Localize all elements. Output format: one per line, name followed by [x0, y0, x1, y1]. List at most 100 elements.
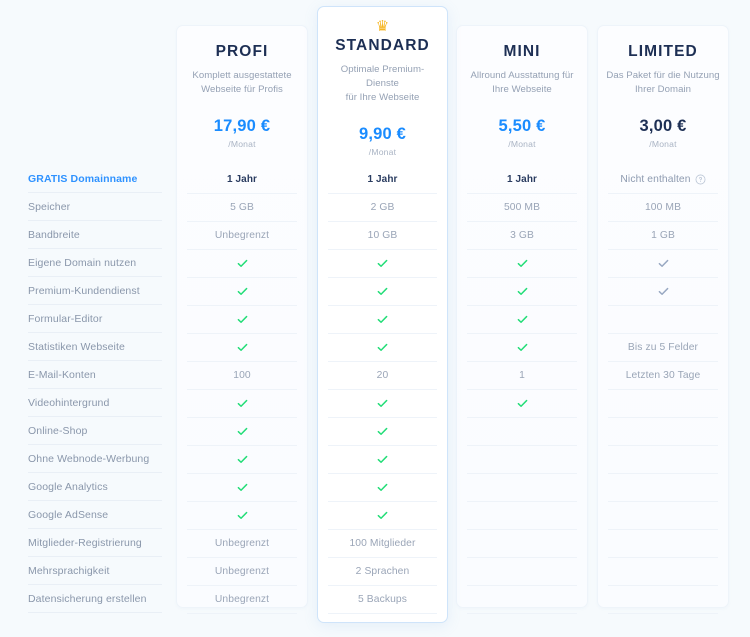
plan-period-standard: /Monat: [368, 147, 397, 157]
plan-value-text: 1: [519, 370, 525, 381]
plan-value-standard-1: 2 GB: [328, 194, 437, 222]
check-icon: [377, 259, 388, 267]
check-icon: [237, 315, 247, 323]
check-icon: [237, 483, 247, 491]
plan-description-line1: Optimale Premium-Dienste: [340, 63, 425, 89]
plan-value-limited-0: Nicht enthalten: [608, 166, 718, 194]
plan-price-profi: 17,90 €: [213, 116, 271, 135]
plan-value-mini-12: [467, 502, 577, 530]
plan-value-limited-8: [608, 390, 718, 418]
feature-label-11: Google Analytics: [28, 473, 162, 501]
check-icon: [237, 287, 247, 295]
plan-description-line2: für Ihre Webseite: [345, 91, 420, 103]
plan-value-standard-2: 10 GB: [328, 222, 437, 250]
plan-value-profi-2: Unbegrenzt: [187, 222, 297, 250]
plan-value-text: Letzten 30 Tage: [625, 370, 701, 381]
check-icon: [237, 427, 247, 435]
plan-card-limited[interactable]: LIMITED Das Paket für die Nutzung Ihrer Do…: [597, 25, 729, 614]
plan-values-standard: 1 Jahr 2 GB 10 GB 20 100 Mitglieder 2 Sprache…: [328, 166, 437, 614]
plan-header-mini: MINI Allround Ausstattung für Ihre Webseit…: [457, 26, 587, 149]
plan-value-mini-7: 1: [467, 362, 577, 390]
plan-value-mini-9: [467, 418, 577, 446]
plan-value-profi-4: [187, 278, 297, 306]
plan-value-standard-6: [328, 334, 437, 362]
plan-description-standard: Optimale Premium-Dienste für Ihre Webseit…: [318, 63, 447, 105]
plan-value-standard-3: [328, 250, 437, 278]
check-icon: [517, 315, 527, 323]
plan-value-profi-7: 100: [187, 362, 297, 390]
plan-value-text: Unbegrenzt: [214, 538, 270, 549]
check-grey-icon: [658, 259, 668, 267]
plan-card-profi[interactable]: PROFI Komplett ausgestattete Webseite für …: [176, 25, 308, 614]
plan-values-mini: 1 Jahr 500 MB 3 GB 1: [467, 166, 577, 614]
plan-value-text: 5 Backups: [358, 594, 407, 605]
feature-label-1: Speicher: [28, 193, 162, 221]
plan-value-standard-15: 5 Backups: [328, 586, 437, 614]
plan-value-text: 5 GB: [230, 202, 254, 213]
plan-value-text: Nicht enthalten: [620, 174, 691, 185]
plan-price-standard: 9,90 €: [358, 124, 407, 143]
plan-value-limited-3: [608, 250, 718, 278]
plan-value-text: 10 GB: [367, 230, 398, 241]
plan-value-text: 100 Mitglieder: [349, 538, 416, 549]
feature-label-4: Premium-Kundendienst: [28, 277, 162, 305]
feature-label-14: Mehrsprachigkeit: [28, 557, 162, 585]
plan-values-profi: 1 Jahr 5 GB Unbegrenzt 100 Unbegrenzt Unbegre…: [187, 166, 297, 614]
plan-price-mini: 5,50 €: [498, 116, 546, 135]
feature-label-8: Videohintergrund: [28, 389, 162, 417]
plan-value-profi-8: [187, 390, 297, 418]
plan-card-mini[interactable]: MINI Allround Ausstattung für Ihre Webseit…: [456, 25, 588, 614]
plan-value-limited-15: [608, 586, 718, 614]
plan-value-profi-9: [187, 418, 297, 446]
plan-value-limited-4: [608, 278, 718, 306]
plan-value-text: 100 MB: [644, 202, 682, 213]
plan-value-profi-14: Unbegrenzt: [187, 558, 297, 586]
plan-value-standard-12: [328, 502, 437, 530]
plan-value-limited-6: Bis zu 5 Felder: [608, 334, 718, 362]
plan-header-limited: LIMITED Das Paket für die Nutzung Ihrer Do…: [598, 26, 728, 149]
plan-value-text: Unbegrenzt: [214, 230, 270, 241]
check-icon: [377, 455, 388, 463]
check-icon: [517, 399, 527, 407]
feature-label-5: Formular-Editor: [28, 305, 162, 333]
plan-value-profi-12: [187, 502, 297, 530]
feature-label-13: Mitglieder-Registrierung: [28, 529, 162, 557]
plan-value-profi-15: Unbegrenzt: [187, 586, 297, 614]
check-icon: [377, 427, 388, 435]
check-icon: [377, 287, 388, 295]
plan-price-limited: 3,00 €: [639, 116, 687, 135]
plan-value-standard-0: 1 Jahr: [328, 166, 437, 194]
plan-description-limited: Das Paket für die Nutzung Ihrer Domain: [598, 69, 728, 97]
feature-label-12: Google AdSense: [28, 501, 162, 529]
plan-value-profi-3: [187, 250, 297, 278]
plan-value-standard-14: 2 Sprachen: [328, 558, 437, 586]
plan-value-text: 2 Sprachen: [355, 566, 410, 577]
plan-value-mini-3: [467, 250, 577, 278]
plan-period-limited: /Monat: [649, 139, 677, 149]
plan-value-text: 1 GB: [651, 230, 675, 241]
plan-name-standard: STANDARD: [335, 37, 430, 54]
plan-description-line2: Webseite für Profis: [201, 83, 283, 95]
plan-value-text: 500 MB: [503, 202, 541, 213]
plan-period-mini: /Monat: [508, 139, 536, 149]
check-icon: [237, 455, 247, 463]
plan-values-limited: Nicht enthalten 100 MB 1 GB Bis zu 5 Felder…: [608, 166, 718, 614]
feature-label-9: Online-Shop: [28, 417, 162, 445]
plan-value-profi-6: [187, 334, 297, 362]
plan-value-limited-11: [608, 474, 718, 502]
plan-description-profi: Komplett ausgestattete Webseite für Profi…: [177, 69, 307, 97]
plan-value-mini-14: [467, 558, 577, 586]
plan-value-text: 2 GB: [370, 202, 395, 213]
plan-value-mini-1: 500 MB: [467, 194, 577, 222]
plan-value-mini-15: [467, 586, 577, 614]
plan-description-line1: Allround Ausstattung für: [470, 69, 574, 81]
plan-value-mini-6: [467, 334, 577, 362]
plan-card-standard[interactable]: ♛ STANDARD Optimale Premium-Dienste für Ihr…: [317, 6, 448, 623]
plan-value-standard-11: [328, 474, 437, 502]
check-icon: [237, 399, 247, 407]
plan-value-standard-13: 100 Mitglieder: [328, 530, 437, 558]
help-circle-icon[interactable]: [695, 174, 706, 185]
check-icon: [377, 511, 388, 519]
plan-value-standard-5: [328, 306, 437, 334]
plan-value-standard-10: [328, 446, 437, 474]
